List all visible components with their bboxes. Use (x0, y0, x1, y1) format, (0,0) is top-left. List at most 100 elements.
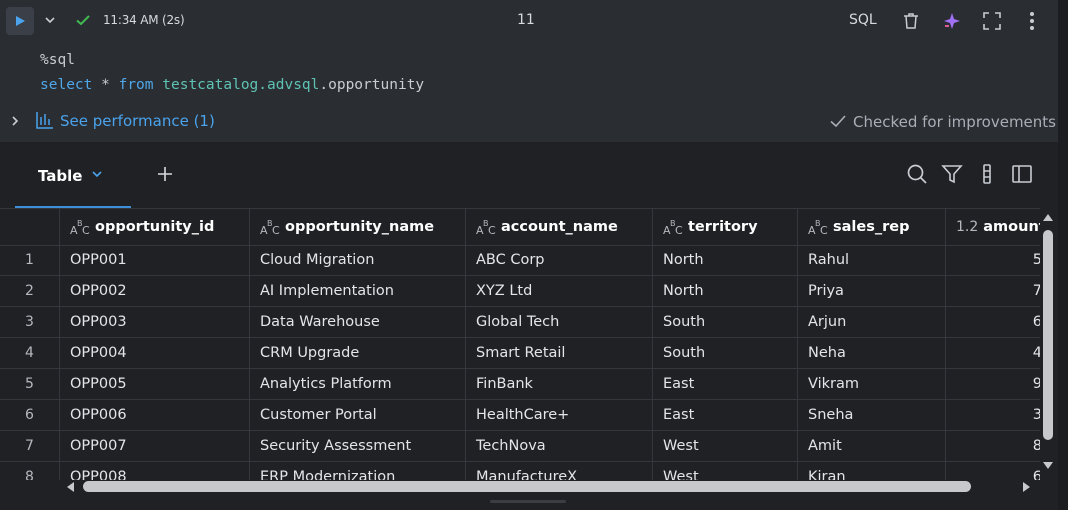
table-cell-opportunity-id[interactable]: OPP008 (60, 462, 250, 480)
table-row[interactable]: 7 OPP007 Security Assessment TechNova West Am… (0, 431, 1040, 462)
table-cell-sales-rep[interactable]: Neha (798, 338, 946, 368)
column-header-account-name[interactable]: ABC account_name (466, 209, 653, 245)
table-cell-opportunity-id[interactable]: OPP006 (60, 400, 250, 430)
table-cell-amount[interactable]: 5 (946, 245, 1040, 275)
filter-icon[interactable] (941, 163, 963, 185)
table-cell-amount[interactable]: 3 (946, 400, 1040, 430)
vertical-scrollbar[interactable] (1040, 208, 1056, 476)
table-cell-amount[interactable]: 7 (946, 276, 1040, 306)
table-cell-account-name[interactable]: ABC Corp (466, 245, 653, 275)
table-cell-sales-rep[interactable]: Rahul (798, 245, 946, 275)
expand-chevron-right-icon[interactable] (9, 114, 21, 128)
column-header-opportunity-id[interactable]: ABC opportunity_id (60, 209, 250, 245)
assistant-sparkle-icon (944, 13, 960, 29)
horizontal-scrollbar-thumb[interactable] (83, 481, 971, 492)
code-line-query: select * from testcatalog.advsql.opportu… (40, 73, 424, 98)
assistant-button[interactable] (941, 10, 963, 32)
checked-for-improvements-label: Checked for improvements (853, 113, 1056, 131)
search-icon[interactable] (906, 163, 928, 185)
table-cell-territory[interactable]: South (653, 307, 798, 337)
table-row[interactable]: 6 OPP006 Customer Portal HealthCare+ East Sne… (0, 400, 1040, 431)
success-check-icon (76, 15, 90, 26)
table-cell-opportunity-id[interactable]: OPP004 (60, 338, 250, 368)
table-cell-opportunity-name[interactable]: AI Implementation (250, 276, 466, 306)
table-cell-account-name[interactable]: FinBank (466, 369, 653, 399)
code-editor[interactable]: %sql select * from testcatalog.advsql.op… (40, 48, 424, 98)
table-cell-opportunity-id[interactable]: OPP003 (60, 307, 250, 337)
tab-table[interactable]: Table (15, 142, 131, 209)
row-number: 3 (0, 307, 60, 337)
table-cell-opportunity-name[interactable]: Analytics Platform (250, 369, 466, 399)
table-cell-opportunity-id[interactable]: OPP007 (60, 431, 250, 461)
table-cell-opportunity-name[interactable]: Data Warehouse (250, 307, 466, 337)
table-cell-opportunity-name[interactable]: CRM Upgrade (250, 338, 466, 368)
delete-cell-button[interactable] (900, 10, 922, 32)
chevron-down-icon[interactable] (91, 168, 103, 180)
table-cell-territory[interactable]: West (653, 431, 798, 461)
table-row[interactable]: 1 OPP001 Cloud Migration ABC Corp North Rahul… (0, 245, 1040, 276)
table-cell-account-name[interactable]: HealthCare+ (466, 400, 653, 430)
bar-chart-icon (36, 112, 53, 129)
table-row[interactable]: 8 OPP008 ERP Modernization ManufactureX West… (0, 462, 1040, 480)
keyword-from: from (118, 77, 154, 93)
table-cell-amount[interactable]: 4 (946, 338, 1040, 368)
table-cell-amount[interactable]: 6 (946, 462, 1040, 480)
column-header-opportunity-name[interactable]: ABC opportunity_name (250, 209, 466, 245)
column-header-amount[interactable]: 1.2 amount (946, 209, 1040, 245)
table-cell-amount[interactable]: 9 (946, 369, 1040, 399)
table-cell-territory[interactable]: South (653, 338, 798, 368)
vertical-scrollbar-thumb[interactable] (1043, 230, 1053, 440)
see-performance-link[interactable]: See performance (1) (60, 112, 215, 130)
code-table-name: .opportunity (319, 77, 425, 93)
table-row[interactable]: 2 OPP002 AI Implementation XYZ Ltd North Priy… (0, 276, 1040, 307)
table-cell-opportunity-id[interactable]: OPP005 (60, 369, 250, 399)
scroll-right-arrow-icon[interactable] (1022, 481, 1032, 493)
table-cell-account-name[interactable]: Global Tech (466, 307, 653, 337)
table-cell-sales-rep[interactable]: Vikram (798, 369, 946, 399)
results-resize-handle[interactable] (490, 500, 566, 503)
table-cell-territory[interactable]: West (653, 462, 798, 480)
more-options-button[interactable] (1021, 10, 1043, 32)
notebook-cell-header: 11:34 AM (2s) 11 SQL %sql select * from … (0, 0, 1058, 142)
run-options-chevron-down-icon[interactable] (42, 12, 58, 28)
table-cell-opportunity-name[interactable]: Cloud Migration (250, 245, 466, 275)
table-cell-sales-rep[interactable]: Sneha (798, 400, 946, 430)
table-cell-sales-rep[interactable]: Arjun (798, 307, 946, 337)
scroll-up-arrow-icon[interactable] (1042, 212, 1054, 222)
table-cell-sales-rep[interactable]: Priya (798, 276, 946, 306)
table-cell-territory[interactable]: North (653, 276, 798, 306)
table-cell-opportunity-id[interactable]: OPP001 (60, 245, 250, 275)
table-cell-amount[interactable]: 8 (946, 431, 1040, 461)
columns-icon[interactable] (976, 163, 998, 185)
table-cell-amount[interactable]: 6 (946, 307, 1040, 337)
table-row[interactable]: 3 OPP003 Data Warehouse Global Tech South Arj… (0, 307, 1040, 338)
language-selector[interactable]: SQL (849, 12, 877, 28)
table-cell-opportunity-name[interactable]: Security Assessment (250, 431, 466, 461)
table-cell-sales-rep[interactable]: Amit (798, 431, 946, 461)
table-row[interactable]: 4 OPP004 CRM Upgrade Smart Retail South Neha 4 (0, 338, 1040, 369)
fullscreen-button[interactable] (981, 10, 1003, 32)
table-cell-territory[interactable]: East (653, 400, 798, 430)
table-cell-opportunity-name[interactable]: ERP Modernization (250, 462, 466, 480)
table-cell-account-name[interactable]: XYZ Ltd (466, 276, 653, 306)
number-type-icon: 1.2 (956, 219, 979, 235)
sidebar-panel-icon[interactable] (1011, 163, 1033, 185)
table-cell-account-name[interactable]: TechNova (466, 431, 653, 461)
add-visualization-plus-icon[interactable] (155, 164, 175, 184)
horizontal-scrollbar[interactable] (60, 480, 1040, 494)
table-cell-territory[interactable]: East (653, 369, 798, 399)
column-header-sales-rep[interactable]: ABC sales_rep (798, 209, 946, 245)
scroll-left-arrow-icon[interactable] (65, 481, 75, 493)
table-row[interactable]: 5 OPP005 Analytics Platform FinBank East Vikr… (0, 369, 1040, 400)
cell-number: 11 (517, 12, 535, 28)
table-cell-opportunity-name[interactable]: Customer Portal (250, 400, 466, 430)
scroll-down-arrow-icon[interactable] (1042, 461, 1054, 471)
run-cell-button[interactable] (6, 7, 34, 35)
column-header-territory[interactable]: ABC territory (653, 209, 798, 245)
table-cell-sales-rep[interactable]: Kiran (798, 462, 946, 480)
table-cell-account-name[interactable]: Smart Retail (466, 338, 653, 368)
table-cell-territory[interactable]: North (653, 245, 798, 275)
table-cell-opportunity-id[interactable]: OPP002 (60, 276, 250, 306)
row-number: 5 (0, 369, 60, 399)
table-cell-account-name[interactable]: ManufactureX (466, 462, 653, 480)
